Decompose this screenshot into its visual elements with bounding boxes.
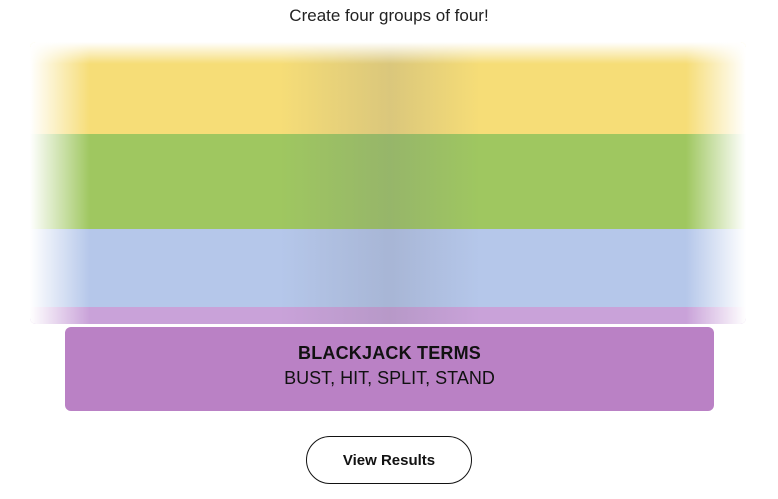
blurred-game-board xyxy=(30,42,746,324)
instructions-text: Create four groups of four! xyxy=(289,6,489,25)
solved-group-words: BUST, HIT, SPLIT, STAND xyxy=(284,368,495,388)
view-results-button[interactable]: View Results xyxy=(306,436,472,484)
solved-group-title: BLACKJACK TERMS xyxy=(298,343,481,363)
blur-overlay xyxy=(280,42,480,324)
board-fade-right xyxy=(686,42,746,324)
board-fade-top xyxy=(30,42,746,64)
connections-game-page: Create four groups of four! BLACKJACK TE… xyxy=(0,0,778,499)
board-fade-left xyxy=(30,42,90,324)
solved-group-card: BLACKJACK TERMS BUST, HIT, SPLIT, STAND xyxy=(65,327,714,411)
